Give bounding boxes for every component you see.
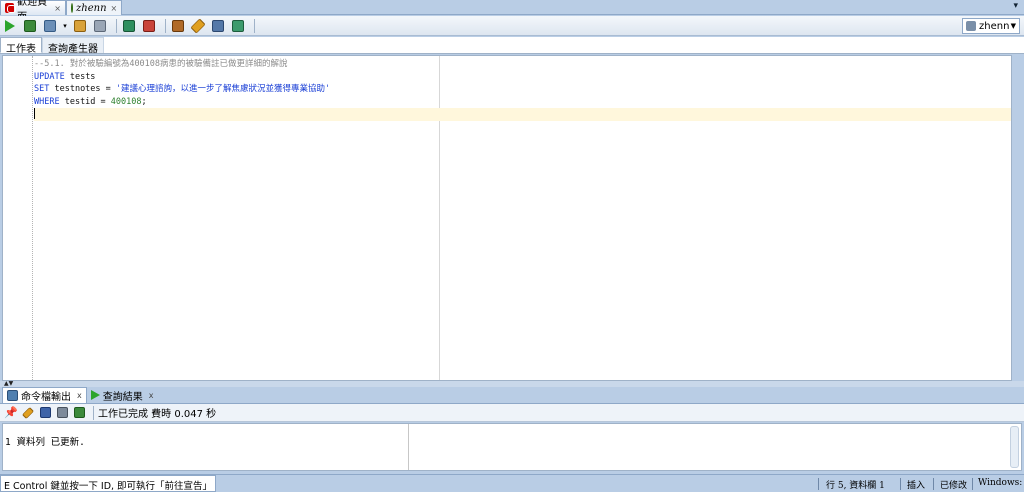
autotrace-button[interactable] xyxy=(121,18,137,34)
toolbar-divider xyxy=(254,18,255,33)
pin-button[interactable]: 📌 xyxy=(4,406,18,420)
close-icon[interactable]: × xyxy=(111,4,118,13)
line-gutter xyxy=(3,56,33,380)
dropdown-arrow-icon[interactable]: ▾ xyxy=(62,18,68,34)
document-tab-strip: 歡迎頁面 × zhenn × ▾ xyxy=(0,0,1024,23)
save-output-button[interactable] xyxy=(38,406,52,420)
close-icon[interactable]: × xyxy=(54,4,61,13)
sql-number-literal: 400108 xyxy=(110,96,142,107)
history-button[interactable] xyxy=(210,18,226,34)
line-ending-encoding: Windows: CR xyxy=(978,478,1024,488)
script-output-icon xyxy=(7,390,18,401)
chevron-down-icon: ▼ xyxy=(1010,22,1016,30)
sql-keyword: WHERE xyxy=(34,96,60,107)
rollback-icon xyxy=(74,19,86,32)
eraser-icon xyxy=(143,19,155,32)
script-output-area[interactable]: 1 資料列 已更新. xyxy=(2,423,1022,471)
code-line: SET testnotes = '建議心理諮詢，以進一步了解焦慮狀況並獲得專業協… xyxy=(34,83,1011,96)
database-connection-icon xyxy=(71,3,73,13)
tab-query-result-label: 查詢結果 xyxy=(102,391,143,403)
worksheet-subtabs: 工作表 查詢產生器 xyxy=(0,37,1024,55)
sql-keyword: UPDATE xyxy=(34,71,65,82)
code-line: UPDATE tests xyxy=(34,71,1011,84)
tab-zhenn-label: zhenn xyxy=(76,2,107,14)
code-area[interactable]: --5.1. 對於被驗編號為400108病患的被驗備註已做更詳細的解說 UPDA… xyxy=(34,58,1011,121)
output-text-pane[interactable]: 1 資料列 已更新. xyxy=(3,424,409,470)
output-toolbar: 📌 工作已完成 費時 0.047 秒 xyxy=(0,404,1024,422)
sql-terminator: ; xyxy=(141,96,147,107)
insert-mode[interactable]: 插入 xyxy=(907,478,925,491)
commit-button[interactable] xyxy=(42,18,58,34)
connection-selector[interactable]: zhenn ▼ xyxy=(962,18,1020,34)
tab-query-builder[interactable]: 查詢產生器 xyxy=(42,37,104,55)
pin-icon: 📌 xyxy=(4,406,18,419)
save-icon xyxy=(39,407,51,418)
rollback-button[interactable] xyxy=(72,18,88,34)
status-divider xyxy=(972,478,973,490)
run-statement-button[interactable] xyxy=(2,18,18,34)
print-icon xyxy=(56,407,68,418)
oracle-icon xyxy=(5,3,17,13)
clear-output-button[interactable] xyxy=(21,406,35,420)
status-divider xyxy=(900,478,901,490)
format-icon xyxy=(232,19,244,32)
sql-identifier: testnotes = xyxy=(49,84,116,94)
window-list-dropdown-icon[interactable]: ▾ xyxy=(1013,1,1018,11)
eraser-icon xyxy=(21,406,35,419)
tuning-icon xyxy=(172,19,184,32)
close-icon[interactable]: x xyxy=(149,391,154,400)
play-icon xyxy=(5,19,15,32)
sql-identifier: testid = xyxy=(59,96,111,107)
tab-query-result[interactable]: 查詢結果 x xyxy=(87,387,158,403)
text-caret xyxy=(34,108,35,119)
sql-identifier: tests xyxy=(64,71,96,82)
export-button[interactable] xyxy=(72,406,86,420)
close-icon[interactable]: x xyxy=(77,391,82,400)
worksheet-toolbar: ▾ xyxy=(0,16,1024,36)
sql-keyword: SET xyxy=(34,84,50,94)
status-divider xyxy=(818,478,819,490)
edit-pencil-button[interactable] xyxy=(190,17,206,34)
clear-button[interactable] xyxy=(141,18,157,34)
status-bar: E Control 鍵並按一下 ID, 即可執行「前往宣告」 行 5, 資料欄 … xyxy=(0,474,1024,492)
connection-icon xyxy=(966,21,976,31)
current-line[interactable] xyxy=(34,108,1011,121)
output-message: 1 資料列 已更新. xyxy=(5,437,85,448)
status-hint-message: E Control 鍵並按一下 ID, 即可執行「前往宣告」 xyxy=(0,475,217,492)
sql-comment: --5.1. 對於被驗編號為400108病患的被驗備註已做更詳細的解說 xyxy=(34,59,288,69)
toolbar-divider xyxy=(93,405,94,420)
sql-tuning-button[interactable] xyxy=(170,18,186,34)
vertical-scrollbar[interactable] xyxy=(1010,426,1019,468)
sql-string-literal: '建議心理諮詢，以進一步了解焦慮狀況並獲得專業協助' xyxy=(115,84,331,94)
play-icon xyxy=(90,390,100,400)
toolbar-divider xyxy=(165,18,166,33)
code-line: WHERE testid = 400108; xyxy=(34,96,1011,109)
cursor-position: 行 5, 資料欄 1 xyxy=(826,481,885,491)
explain-plan-icon xyxy=(94,19,106,32)
autotrace-icon xyxy=(123,19,135,32)
history-icon xyxy=(212,19,224,32)
status-divider xyxy=(933,478,934,490)
connection-name: zhenn xyxy=(979,20,1010,32)
task-status-text: 工作已完成 費時 0.047 秒 xyxy=(98,409,217,420)
tab-worksheet[interactable]: 工作表 xyxy=(0,37,42,55)
tab-script-output[interactable]: 命令檔輸出 x xyxy=(2,387,87,403)
print-button[interactable] xyxy=(55,406,69,420)
tab-script-output-label: 命令檔輸出 xyxy=(21,392,71,403)
export-icon xyxy=(73,407,85,418)
tab-welcome-page[interactable]: 歡迎頁面 × xyxy=(0,0,66,23)
commit-icon xyxy=(44,19,56,32)
toolbar-divider xyxy=(116,18,117,33)
code-line: --5.1. 對於被驗編號為400108病患的被驗備註已做更詳細的解說 xyxy=(34,58,1011,71)
sql-editor[interactable]: --5.1. 對於被驗編號為400108病患的被驗備註已做更詳細的解說 UPDA… xyxy=(2,55,1012,381)
pencil-icon xyxy=(190,17,206,34)
run-script-button[interactable] xyxy=(22,18,38,34)
modified-indicator: 已修改 xyxy=(940,481,968,491)
output-panel-tabs: 命令檔輸出 x 查詢結果 x xyxy=(0,387,1024,404)
run-script-icon xyxy=(24,19,36,32)
format-button[interactable] xyxy=(230,18,246,34)
tab-zhenn-worksheet[interactable]: zhenn × xyxy=(66,0,122,15)
explain-plan-button[interactable] xyxy=(92,18,108,34)
